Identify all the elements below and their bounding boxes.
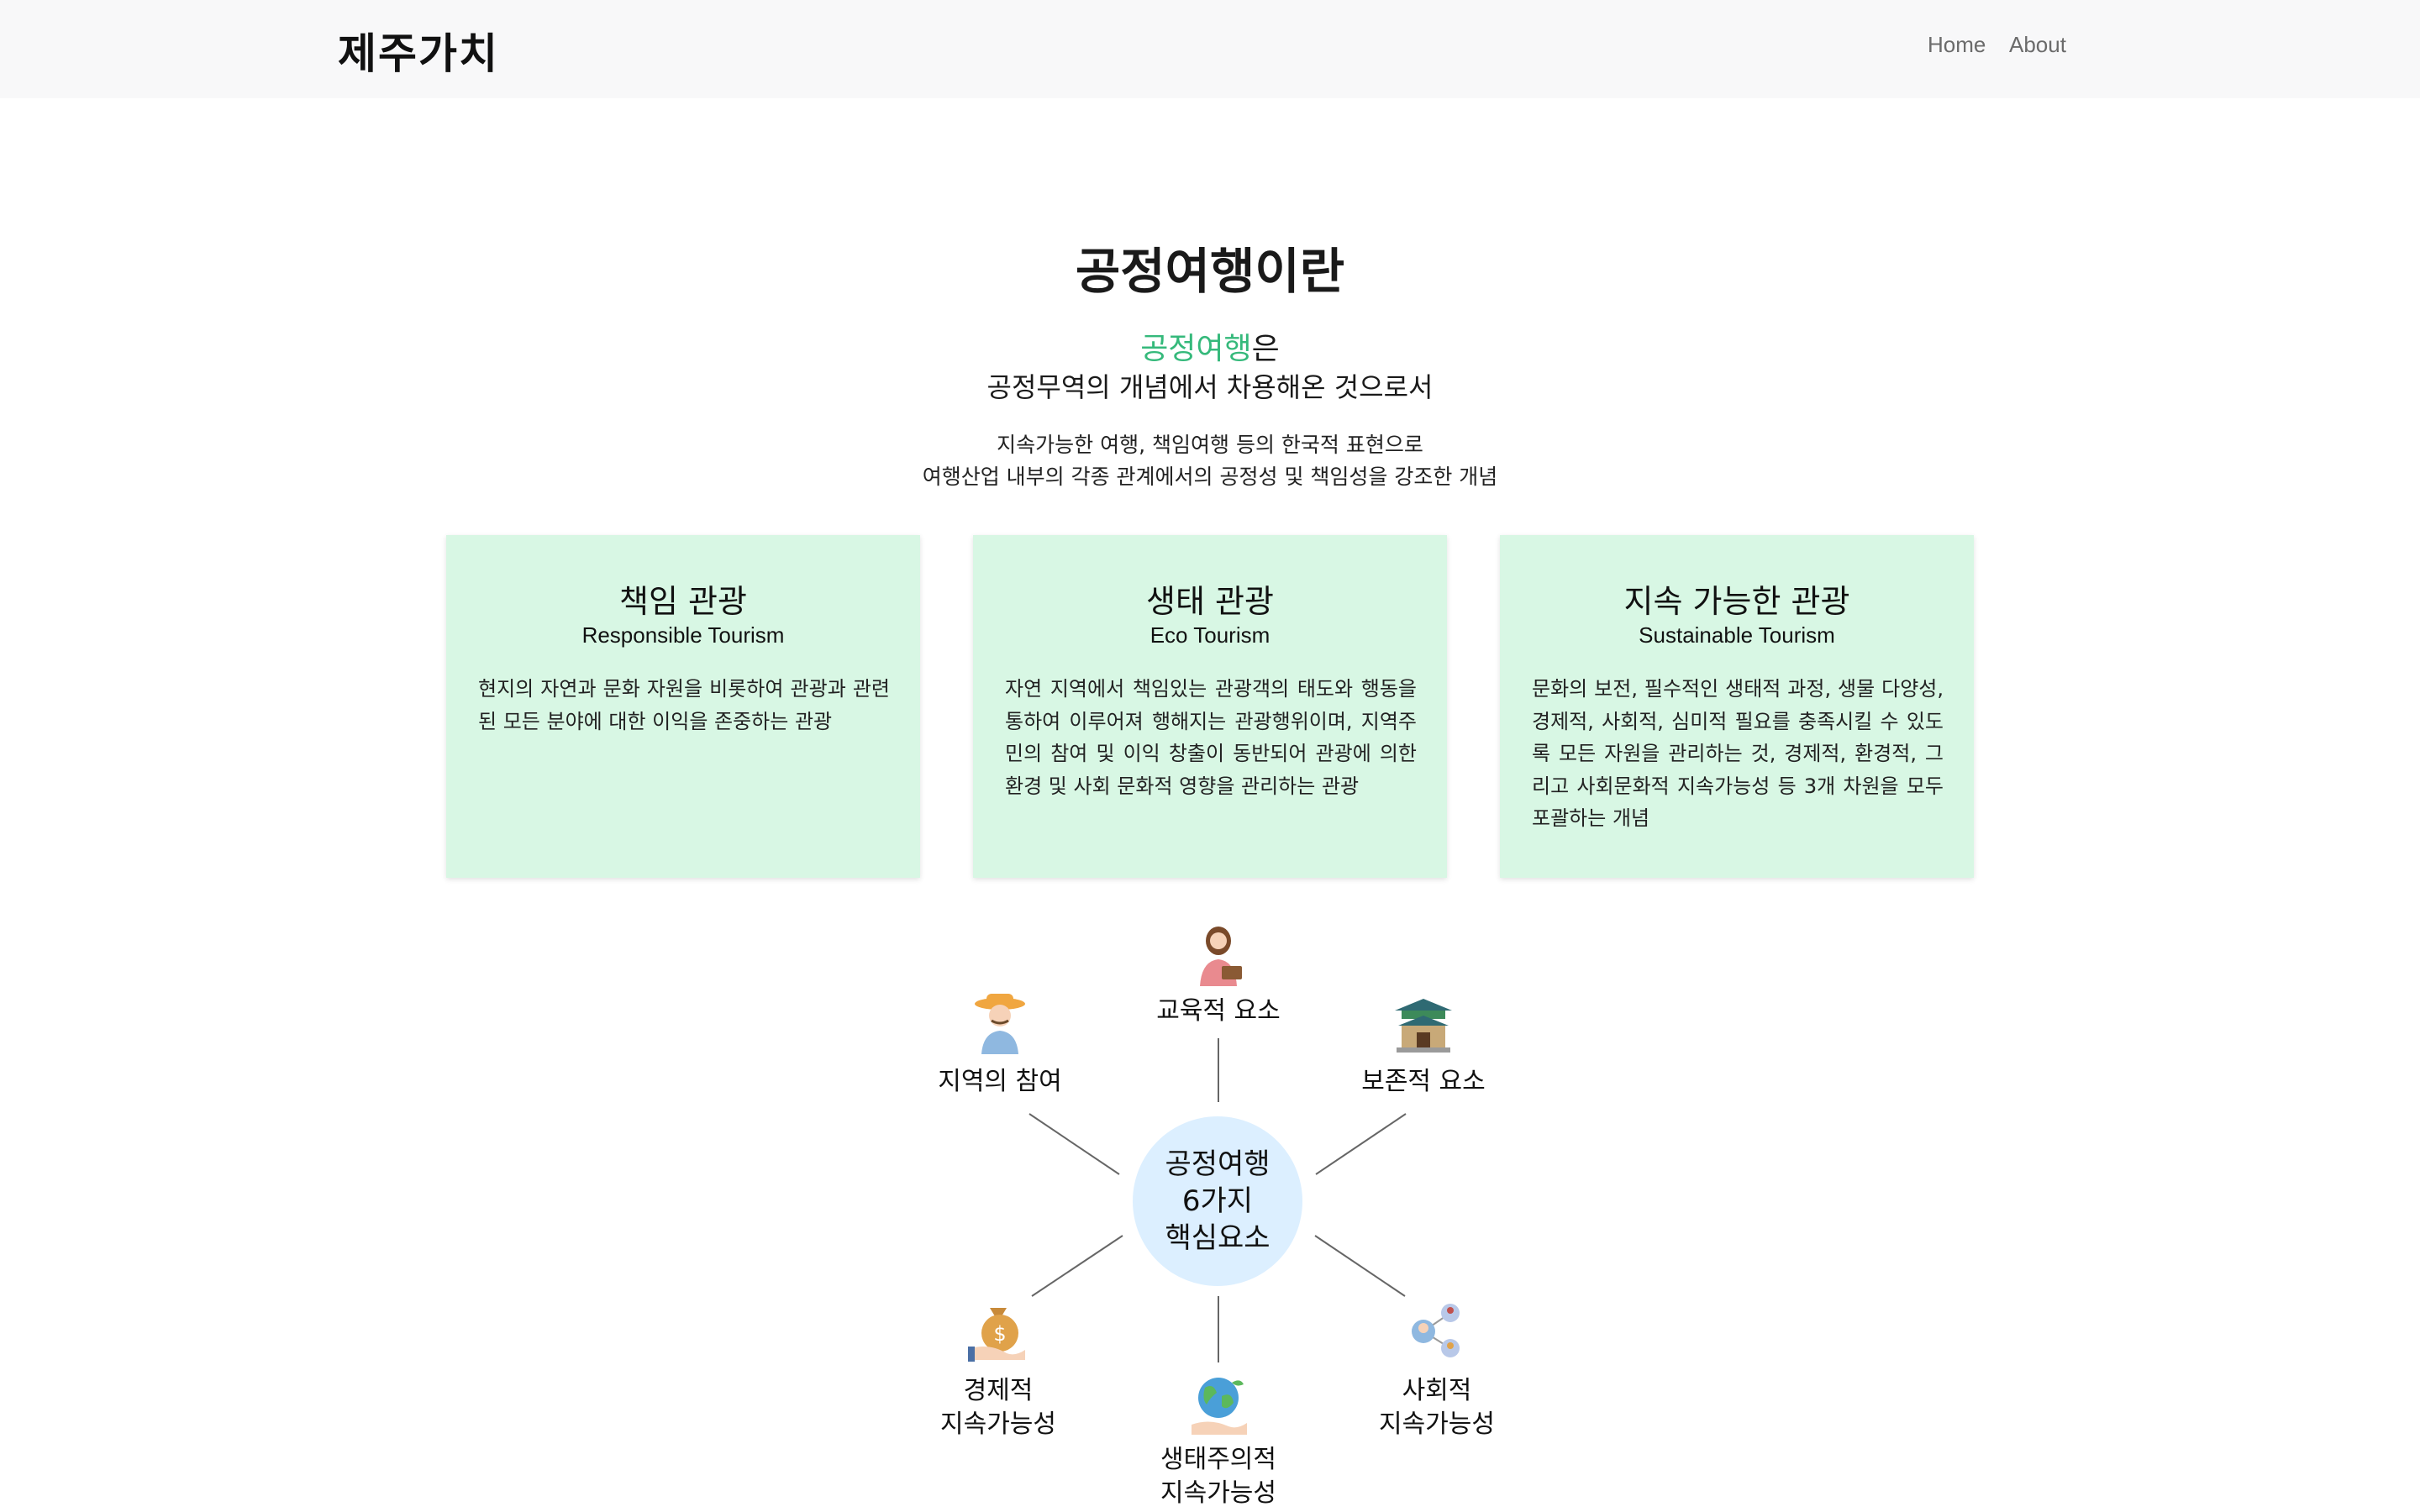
hub-line-3: 핵심요소 (1165, 1221, 1270, 1255)
connector-line (1028, 1113, 1120, 1175)
node-label-line-2: 지속가능성 (1379, 1410, 1495, 1439)
hub-line-1: 공정여행 (1165, 1147, 1270, 1181)
people-network-icon (1412, 1304, 1460, 1357)
farmer-icon (975, 994, 1025, 1054)
svg-text:$: $ (993, 1322, 1006, 1346)
node-label-line-2: 지속가능성 (940, 1410, 1056, 1439)
node-label-education: 교육적 요소 (1156, 996, 1281, 1026)
node-label-economic: 경제적 지속가능성 (906, 1374, 1091, 1441)
node-label-social: 사회적 지속가능성 (1344, 1374, 1529, 1441)
connector-line (1031, 1235, 1123, 1297)
node-label-line-1: 경제적 (963, 1376, 1034, 1405)
connector-line (1315, 1113, 1407, 1175)
diagram-hub: 공정여행 6가지 핵심요소 (1133, 1116, 1302, 1286)
node-label-line-1: 생태주의적 (1160, 1445, 1276, 1474)
money-bag-icon: $ (968, 1308, 1025, 1362)
earth-hand-icon (1192, 1378, 1247, 1435)
node-label-line-1: 사회적 (1402, 1376, 1472, 1405)
heritage-gate-icon (1395, 999, 1452, 1053)
node-label-line-2: 지속가능성 (1160, 1478, 1276, 1508)
node-label-local-participation: 지역의 참여 (938, 1067, 1062, 1096)
node-label-ecological: 생태주의적 지속가능성 (1126, 1443, 1311, 1510)
node-label-preservation: 보존적 요소 (1361, 1067, 1486, 1096)
hub-line-2: 6가지 (1181, 1184, 1254, 1218)
teacher-icon (1200, 927, 1242, 986)
connector-line (1314, 1235, 1406, 1297)
